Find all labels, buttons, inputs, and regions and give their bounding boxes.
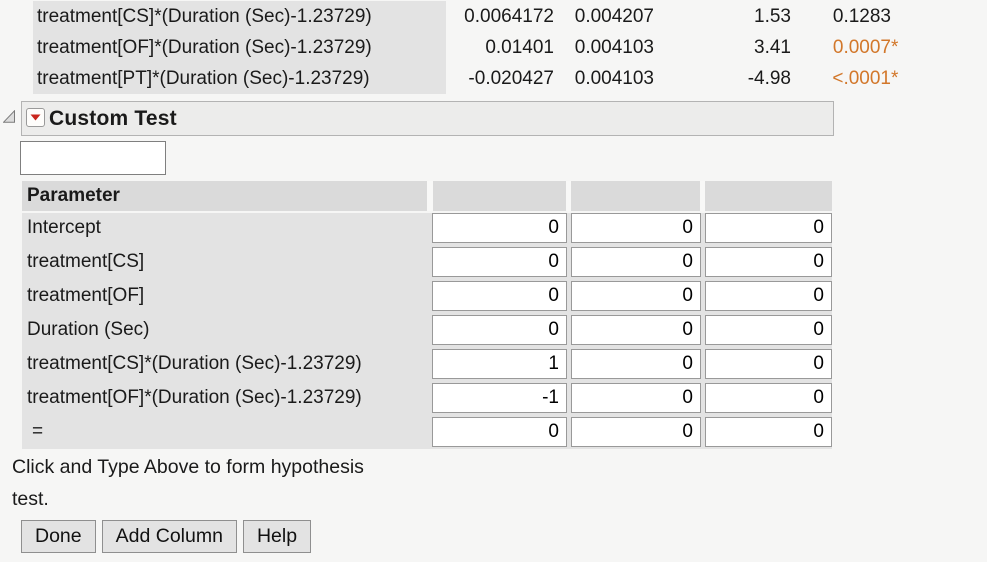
matrix-cell-input[interactable]	[432, 315, 567, 345]
matrix-row: treatment[OF]	[22, 281, 832, 311]
matrix-row: Duration (Sec)	[22, 315, 832, 345]
matrix-cell-input[interactable]	[432, 383, 567, 413]
estimate-row: treatment[PT]*(Duration (Sec)-1.23729) -…	[33, 63, 899, 94]
matrix-body: Intercept treatment[CS] treatment[OF] Du…	[22, 213, 832, 449]
matrix-cell-input[interactable]	[571, 281, 701, 311]
add-column-button[interactable]: Add Column	[101, 520, 237, 553]
estimate-row: treatment[OF]*(Duration (Sec)-1.23729) 0…	[33, 32, 899, 63]
estimate-value: -0.020427	[468, 67, 554, 89]
column-separator	[566, 181, 571, 211]
hint-line-1: Click and Type Above to form hypothesis	[12, 456, 364, 478]
matrix-row: treatment[OF]*(Duration (Sec)-1.23729)	[22, 383, 832, 413]
matrix-cell-input[interactable]	[432, 213, 567, 243]
matrix-cell-input[interactable]	[705, 281, 832, 311]
matrix-row: =	[22, 417, 832, 447]
prob-value: <.0001 *	[832, 67, 899, 89]
estimate-value: 0.01401	[485, 36, 554, 58]
help-button[interactable]: Help	[242, 520, 312, 553]
matrix-cell-input[interactable]	[571, 247, 701, 277]
estimate-value: 0.0064172	[464, 5, 554, 27]
matrix-cell-input[interactable]	[571, 349, 701, 379]
custom-test-name-input[interactable]	[20, 141, 166, 175]
prob-value: 0.1283	[832, 5, 891, 27]
parameter-label: treatment[PT]*(Duration (Sec)-1.23729)	[33, 63, 446, 94]
red-triangle-icon	[30, 114, 41, 121]
std-error-value: 0.004103	[574, 36, 654, 58]
matrix-row: treatment[CS]	[22, 247, 832, 277]
matrix-cell-input[interactable]	[432, 349, 567, 379]
matrix-cell-input[interactable]	[571, 213, 701, 243]
hint-text: Click and Type Above to form hypothesis …	[12, 451, 364, 515]
matrix-cell-input[interactable]	[432, 417, 567, 447]
column-separator	[427, 181, 433, 211]
matrix-row: treatment[CS]*(Duration (Sec)-1.23729)	[22, 349, 832, 379]
section-title: Custom Test	[49, 107, 177, 130]
matrix-header-row: Parameter	[22, 181, 832, 211]
matrix-cell-input[interactable]	[705, 213, 832, 243]
std-error-value: 0.004207	[574, 5, 654, 27]
matrix-cell-input[interactable]	[705, 417, 832, 447]
significance-star: *	[891, 36, 899, 58]
t-ratio-value: 1.53	[754, 5, 791, 27]
std-error-value: 0.004103	[574, 67, 654, 89]
column-separator	[700, 181, 705, 211]
significance-star: *	[891, 67, 899, 89]
button-row: Done Add Column Help	[21, 520, 312, 553]
matrix-cell-input[interactable]	[432, 247, 567, 277]
matrix-cell-input[interactable]	[705, 247, 832, 277]
jmp-report-panel: treatment[CS]*(Duration (Sec)-1.23729) 0…	[0, 0, 987, 562]
disclosure-triangle-icon[interactable]	[2, 109, 16, 123]
matrix-cell-input[interactable]	[571, 417, 701, 447]
t-ratio-value: 3.41	[754, 36, 791, 58]
matrix-cell-input[interactable]	[571, 383, 701, 413]
prob-value: 0.0007 *	[832, 36, 899, 58]
matrix-row: Intercept	[22, 213, 832, 243]
matrix-cell-input[interactable]	[705, 383, 832, 413]
custom-test-header-bar: Custom Test	[21, 101, 834, 136]
red-triangle-menu-button[interactable]	[26, 108, 45, 127]
matrix-cell-input[interactable]	[705, 315, 832, 345]
parameter-label: treatment[OF]*(Duration (Sec)-1.23729)	[33, 32, 446, 63]
custom-test-matrix: Parameter Intercept treatment[CS] treatm…	[22, 181, 832, 449]
done-button[interactable]: Done	[21, 520, 96, 553]
matrix-cell-input[interactable]	[571, 315, 701, 345]
hint-line-2: test.	[12, 488, 49, 510]
matrix-cell-input[interactable]	[432, 281, 567, 311]
parameter-label: treatment[CS]*(Duration (Sec)-1.23729)	[33, 1, 446, 32]
t-ratio-value: -4.98	[747, 67, 791, 89]
estimate-row: treatment[CS]*(Duration (Sec)-1.23729) 0…	[33, 1, 891, 32]
parameter-estimates-table: treatment[CS]*(Duration (Sec)-1.23729) 0…	[33, 1, 899, 94]
matrix-cell-input[interactable]	[705, 349, 832, 379]
